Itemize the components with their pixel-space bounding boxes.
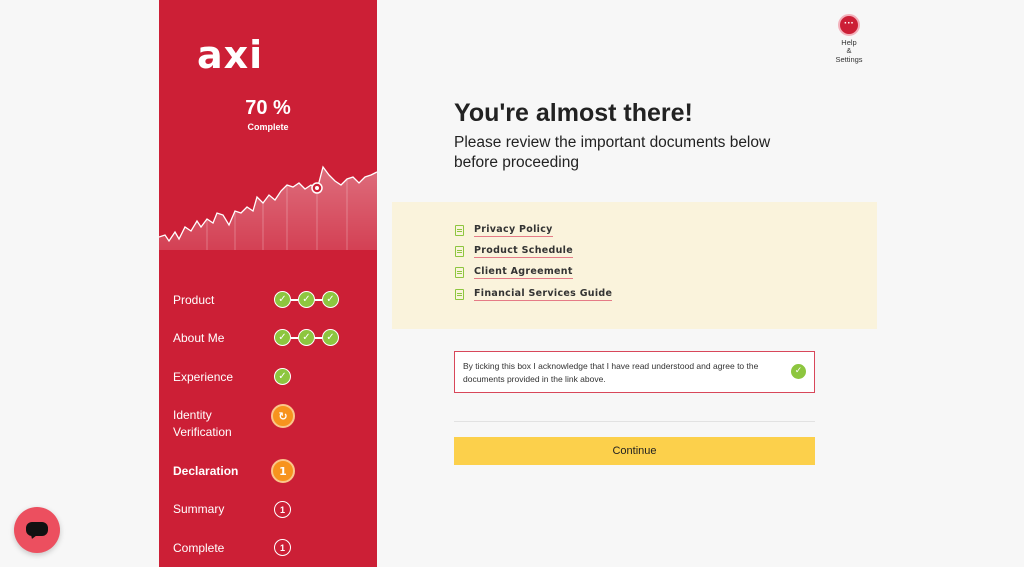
refresh-icon: ↻ xyxy=(271,404,295,428)
decorative-chart xyxy=(159,165,377,250)
check-icon: ✓ xyxy=(274,291,291,308)
step-label-about-me: About Me xyxy=(173,331,225,345)
check-icon: ✓ xyxy=(322,291,339,308)
more-dots-icon[interactable]: ··· xyxy=(838,14,860,36)
progress-label: Complete xyxy=(247,122,289,132)
acknowledgement-text[interactable]: By ticking this box I acknowledge that I… xyxy=(463,360,783,386)
step-label-summary: Summary xyxy=(173,502,225,516)
checkbox-checked-icon[interactable]: ✓ xyxy=(791,364,806,379)
step-status-product: ✓ ✓ ✓ xyxy=(274,291,339,308)
step-label-experience: Experience xyxy=(173,370,234,384)
document-icon xyxy=(455,267,464,278)
step-badge-declaration: 1 xyxy=(271,459,295,483)
check-icon: ✓ xyxy=(322,329,339,346)
step-connector xyxy=(315,298,322,301)
document-item[interactable]: Product Schedule xyxy=(455,245,573,258)
document-item[interactable]: Financial Services Guide xyxy=(455,288,613,301)
progress-percentage: 70 % xyxy=(245,97,291,119)
check-icon: ✓ xyxy=(298,329,315,346)
document-icon xyxy=(455,225,464,236)
step-connector xyxy=(315,336,322,339)
step-status-about-me: ✓ ✓ ✓ xyxy=(274,329,339,346)
check-icon: ✓ xyxy=(274,368,291,385)
document-link-financial-services-guide[interactable]: Financial Services Guide xyxy=(474,288,613,301)
check-icon: ✓ xyxy=(274,329,291,346)
help-settings-label[interactable]: Help & Settings xyxy=(822,38,876,64)
step-connector xyxy=(291,298,298,301)
document-link-client-agreement[interactable]: Client Agreement xyxy=(474,266,573,279)
document-link-product-schedule[interactable]: Product Schedule xyxy=(474,245,573,258)
chat-bubble-tail xyxy=(28,531,38,541)
document-icon xyxy=(455,246,464,257)
page-subtitle: Please review the important documents be… xyxy=(454,134,771,171)
step-label-product: Product xyxy=(173,293,215,307)
continue-button[interactable]: Continue xyxy=(454,437,815,465)
step-status-experience: ✓ xyxy=(274,368,291,385)
page-title: You're almost there! xyxy=(454,99,693,127)
document-icon xyxy=(455,289,464,300)
step-badge-complete: 1 xyxy=(274,539,291,556)
document-item[interactable]: Client Agreement xyxy=(455,266,573,279)
document-link-privacy-policy[interactable]: Privacy Policy xyxy=(474,224,553,237)
step-badge-summary: 1 xyxy=(274,501,291,518)
check-icon: ✓ xyxy=(298,291,315,308)
step-label-complete: Complete xyxy=(173,541,225,555)
step-label-declaration: Declaration xyxy=(173,464,239,478)
chat-launcher-button[interactable] xyxy=(14,507,60,553)
divider xyxy=(454,421,815,422)
step-connector xyxy=(291,336,298,339)
progress-sidebar: axi 70 % Complete Product ✓ ✓ ✓ About Me xyxy=(159,0,377,567)
axi-logo: axi xyxy=(197,33,264,77)
help-settings-button[interactable]: ··· Help & Settings xyxy=(835,14,863,63)
document-item[interactable]: Privacy Policy xyxy=(455,224,553,237)
step-label-identity-verification: Identity Verification xyxy=(173,408,232,439)
acknowledgement-checkbox-box[interactable]: By ticking this box I acknowledge that I… xyxy=(454,351,815,393)
documents-panel: Privacy Policy Product Schedule Client A… xyxy=(392,202,877,329)
